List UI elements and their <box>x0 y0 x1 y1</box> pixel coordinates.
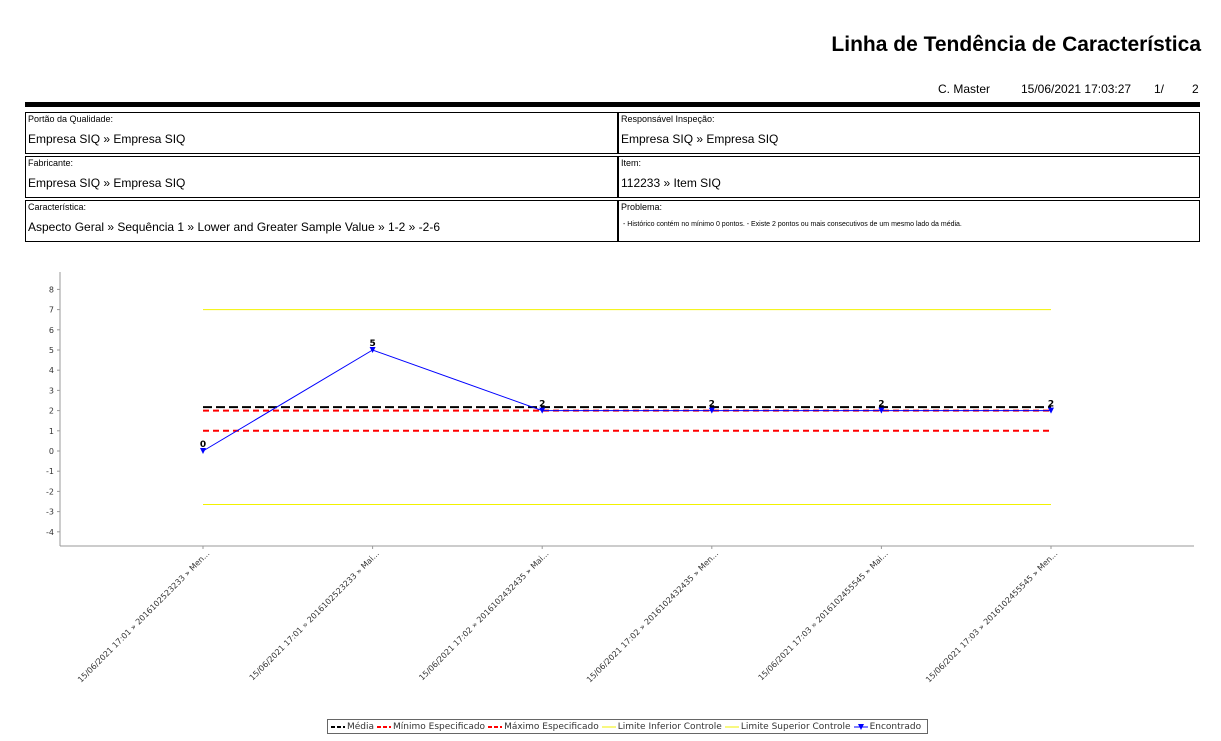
legend-label: Mínimo Especificado <box>393 721 486 732</box>
trend-chart: -4 -3 -2 -1 0 1 2 3 4 5 6 7 8 15/06/2021 17:01 » 2016… <box>46 272 1194 684</box>
y-tick-label: 0 <box>49 447 54 456</box>
legend-label: Limite Superior Controle <box>740 721 851 732</box>
x-tick-label: 15/06/2021 17:03 » 2016102455545 » Men..… <box>924 549 1059 684</box>
legend-item: Mínimo Especificado <box>377 722 485 732</box>
chart-legend: Média Mínimo Especificado Máximo Especific… <box>327 719 929 734</box>
x-tick-label: 15/06/2021 17:02 » 2016102432435 » Men..… <box>585 549 720 684</box>
legend-swatch <box>377 725 392 728</box>
y-tick-label: 6 <box>49 326 54 335</box>
y-tick-label: 5 <box>49 346 54 355</box>
legend-item: Máximo Especificado <box>488 722 599 732</box>
legend-swatch <box>724 726 739 727</box>
legend-label: Média <box>347 721 375 732</box>
y-tick-label: 2 <box>49 407 54 416</box>
y-tick-label: 1 <box>49 427 54 436</box>
x-tick-label: 15/06/2021 17:03 » 2016102455545 » Mai..… <box>757 549 890 682</box>
series-line-encontrado <box>202 349 1051 452</box>
legend-swatch <box>488 725 503 728</box>
y-tick-label: 8 <box>49 285 54 294</box>
legend-label: Limite Inferior Controle <box>617 721 722 732</box>
legend-label: Encontrado <box>869 721 922 732</box>
y-tick-label: -3 <box>46 508 54 517</box>
data-point-label: 2 <box>709 400 715 410</box>
y-tick-label: 4 <box>49 366 54 375</box>
x-tick-label: 15/06/2021 17:01 » 2016102523233 » Men..… <box>76 549 211 684</box>
legend-label: Máximo Especificado <box>504 721 599 732</box>
data-point-label: 2 <box>878 400 884 410</box>
legend-item: Limite Inferior Controle <box>601 721 722 732</box>
y-tick-label: 7 <box>49 306 54 315</box>
y-tick-label: -2 <box>46 487 54 496</box>
data-point-label: 2 <box>1048 400 1054 410</box>
data-point-label: 2 <box>539 400 545 410</box>
y-tick-label: -1 <box>46 467 54 476</box>
y-tick-label: 3 <box>49 386 54 395</box>
data-point-label: 5 <box>369 339 375 349</box>
legend-item: Limite Superior Controle <box>724 721 851 732</box>
legend-item: Encontrado <box>853 721 922 732</box>
legend-swatch <box>853 723 868 730</box>
legend-swatch <box>601 726 616 727</box>
x-tick-label: 15/06/2021 17:02 » 2016102432435 » Mai..… <box>417 549 550 682</box>
data-point-label: 0 <box>200 440 206 450</box>
y-tick-label: -4 <box>46 528 54 537</box>
legend-swatch <box>331 725 345 728</box>
x-tick-label: 15/06/2021 17:01 » 2016102523233 » Mai..… <box>248 549 381 682</box>
legend-item: Média <box>331 722 374 732</box>
